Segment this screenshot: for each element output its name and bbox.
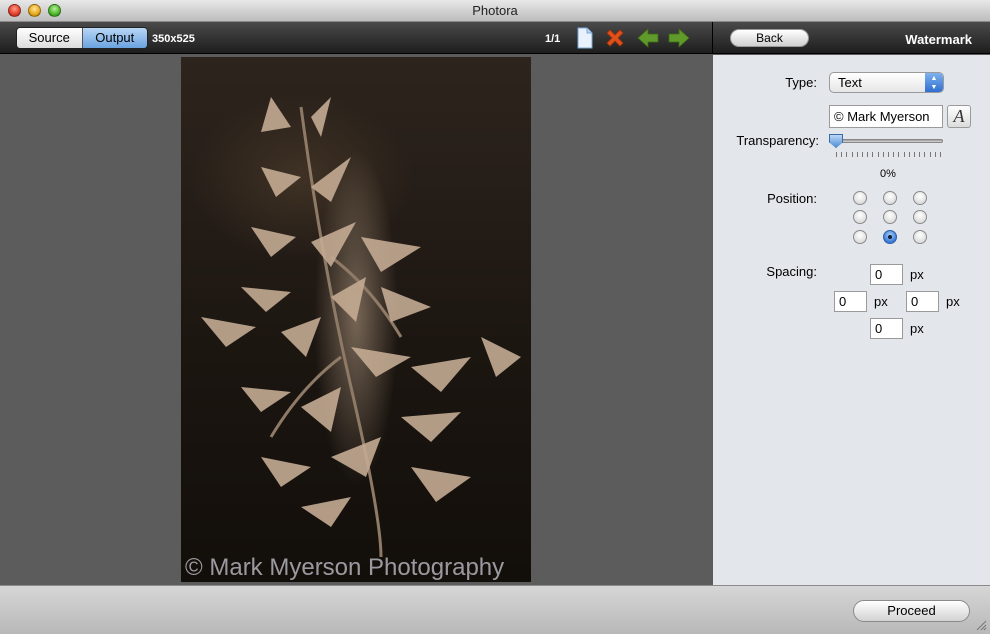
slider-tick: [856, 152, 858, 157]
slider-tick: [872, 152, 874, 157]
slider-tick: [841, 152, 843, 157]
proceed-button[interactable]: Proceed: [853, 600, 970, 622]
spacing-label: Spacing:: [766, 264, 817, 279]
slider-tick: [893, 152, 895, 157]
slider-tick: [851, 152, 853, 157]
source-output-segmented-control: Source Output: [16, 27, 148, 49]
slider-tick: [934, 152, 936, 157]
resize-grip-icon[interactable]: [976, 620, 987, 631]
window-title: Photora: [472, 3, 518, 18]
position-top-center-radio[interactable]: [883, 191, 897, 205]
slider-tick: [898, 152, 900, 157]
slider-tick: [914, 152, 915, 157]
position-middle-center-radio[interactable]: [883, 210, 897, 224]
slider-tick: [862, 152, 863, 157]
spacing-left-field[interactable]: 0: [834, 291, 867, 312]
spacing-bottom-field[interactable]: 0: [870, 318, 903, 339]
delete-x-icon[interactable]: [603, 26, 627, 50]
spacing-top-field[interactable]: 0: [870, 264, 903, 285]
back-button[interactable]: Back: [730, 29, 809, 47]
type-select-value: Text: [838, 75, 862, 90]
transparency-value: 0%: [880, 168, 896, 180]
position-bottom-left-radio[interactable]: [853, 230, 867, 244]
position-top-right-radio[interactable]: [913, 191, 927, 205]
preview-photo: © Mark Myerson Photography: [181, 57, 531, 582]
font-picker-button[interactable]: A: [947, 105, 971, 128]
document-icon[interactable]: [573, 26, 597, 50]
transparency-slider[interactable]: [835, 139, 943, 143]
title-bar: Photora: [0, 0, 990, 22]
slider-tick: [940, 152, 941, 157]
watermark-overlay-text: © Mark Myerson Photography: [185, 554, 505, 581]
type-select[interactable]: Text ▲ ▼: [829, 72, 944, 93]
panel-title: Watermark: [905, 32, 972, 47]
slider-tick: [877, 152, 879, 157]
slider-tick: [888, 152, 889, 157]
watermark-settings-panel: Type: Text ▲ ▼ © Mark Myerson A Transpare…: [713, 55, 990, 585]
position-bottom-center-radio[interactable]: [883, 230, 897, 244]
position-label: Position:: [767, 191, 817, 206]
position-bottom-right-radio[interactable]: [913, 230, 927, 244]
slider-tick: [836, 152, 837, 157]
slider-tick: [919, 152, 921, 157]
spacing-left-unit: px: [874, 294, 888, 309]
spacing-top-unit: px: [910, 267, 924, 282]
select-arrows-icon: ▲ ▼: [925, 73, 943, 92]
toolbar-divider: [712, 22, 713, 54]
toolbar: Source Output 350x525 1/1 Back Watermark: [0, 22, 990, 54]
slider-tick: [903, 152, 905, 157]
transparency-label: Transparency:: [736, 133, 819, 148]
arrow-left-icon[interactable]: [636, 26, 660, 50]
position-middle-left-radio[interactable]: [853, 210, 867, 224]
spacing-right-unit: px: [946, 294, 960, 309]
position-middle-right-radio[interactable]: [913, 210, 927, 224]
preview-canvas: © Mark Myerson Photography: [0, 55, 712, 585]
output-tab[interactable]: Output: [81, 28, 147, 48]
slider-tick: [882, 152, 884, 157]
slider-tick: [846, 152, 848, 157]
page-counter: 1/1: [545, 33, 561, 45]
arrow-right-icon[interactable]: [667, 26, 691, 50]
position-top-left-radio[interactable]: [853, 191, 867, 205]
transparency-slider-knob[interactable]: [829, 134, 843, 148]
type-label: Type:: [785, 75, 817, 90]
flower-illustration: [201, 97, 521, 558]
slider-tick: [929, 152, 931, 157]
slider-ticks: [836, 152, 942, 158]
slider-tick: [867, 152, 869, 157]
slider-tick: [924, 152, 926, 157]
spacing-bottom-unit: px: [910, 321, 924, 336]
source-tab[interactable]: Source: [17, 28, 82, 48]
spacing-right-field[interactable]: 0: [906, 291, 939, 312]
bottom-bar: Proceed: [0, 585, 990, 634]
watermark-text-field[interactable]: © Mark Myerson: [829, 105, 943, 128]
slider-tick: [908, 152, 910, 157]
image-dimensions: 350x525: [152, 33, 195, 45]
